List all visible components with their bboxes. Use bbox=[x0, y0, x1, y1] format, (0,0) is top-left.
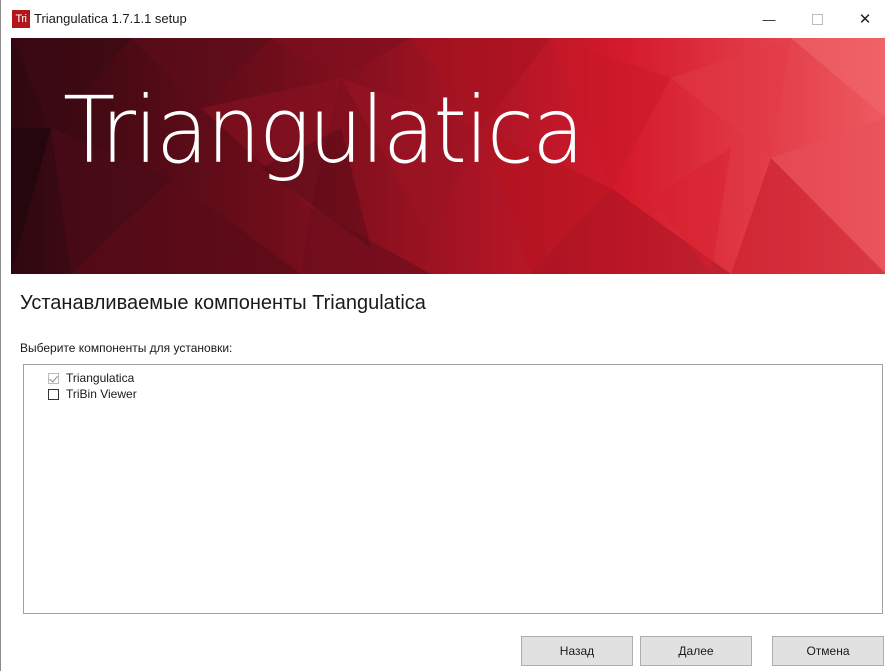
page-subtitle: Выберите компоненты для установки: bbox=[20, 341, 233, 355]
minimize-icon: — bbox=[762, 11, 776, 27]
next-button[interactable]: Далее bbox=[640, 636, 752, 666]
header-banner: Triangulatica bbox=[11, 38, 885, 274]
minimize-button[interactable]: — bbox=[746, 0, 792, 38]
app-icon: Tri bbox=[12, 10, 30, 28]
component-label: TriBin Viewer bbox=[66, 387, 137, 401]
window-title: Triangulatica 1.7.1.1 setup bbox=[34, 11, 187, 26]
components-list[interactable]: Triangulatica TriBin Viewer bbox=[23, 364, 883, 614]
setup-window: Tri Triangulatica 1.7.1.1 setup — ✕ Tria… bbox=[0, 0, 885, 671]
checkmark-icon bbox=[49, 372, 58, 383]
component-label: Triangulatica bbox=[66, 371, 135, 385]
back-button[interactable]: Назад bbox=[521, 636, 633, 666]
component-item-triangulatica[interactable]: Triangulatica bbox=[48, 370, 134, 386]
banner-title: Triangulatica bbox=[63, 77, 585, 184]
close-button[interactable]: ✕ bbox=[842, 0, 885, 38]
component-item-tribin-viewer[interactable]: TriBin Viewer bbox=[48, 386, 137, 402]
component-checkbox-tribin-viewer[interactable] bbox=[48, 388, 59, 400]
close-icon: ✕ bbox=[858, 11, 872, 28]
page-title: Устанавливаемые компоненты Triangulatica bbox=[20, 292, 426, 314]
title-bar[interactable]: Tri Triangulatica 1.7.1.1 setup — ✕ bbox=[1, 0, 885, 38]
component-checkbox-triangulatica[interactable] bbox=[48, 372, 59, 384]
maximize-button[interactable] bbox=[794, 0, 840, 38]
cancel-button[interactable]: Отмена bbox=[772, 636, 884, 666]
maximize-icon bbox=[811, 13, 823, 25]
